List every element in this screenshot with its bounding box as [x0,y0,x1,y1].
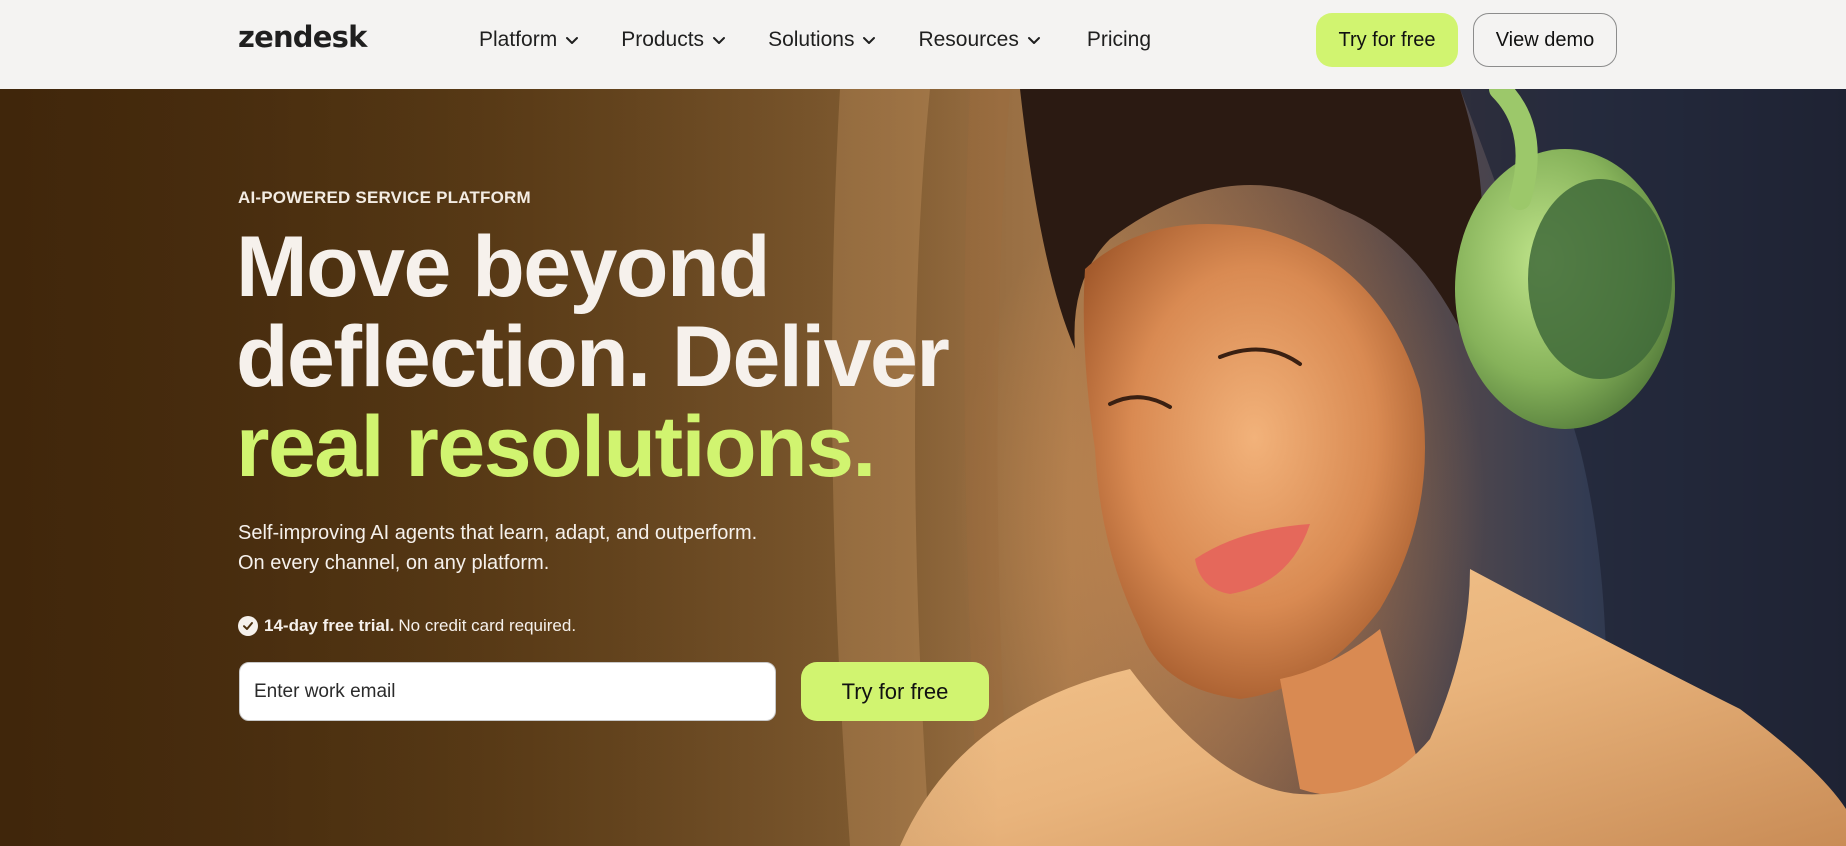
nav-item-pricing[interactable]: Pricing [1087,28,1151,52]
nav-item-products[interactable]: Products [621,28,727,52]
nav-item-solutions[interactable]: Solutions [768,28,877,52]
try-for-free-button[interactable]: Try for free [1316,13,1458,67]
site-header: zendesk Platform Products Solutions Reso… [0,0,1846,89]
chevron-down-icon [566,37,579,44]
hero-headline: Move beyond deflection. Deliver real res… [236,222,1016,492]
headline-line-2: deflection. Deliver [236,309,950,405]
chevron-down-icon [1027,37,1040,44]
nav-item-label: Resources [918,28,1019,51]
trial-note: 14-day free trial. No credit card requir… [238,616,576,636]
hero-subtext: Self-improving AI agents that learn, ada… [238,518,838,578]
nav-item-label: Products [621,28,705,51]
main-nav: Platform Products Solutions Resources Pr… [479,0,1192,80]
headline-accent: real resolutions. [236,399,876,495]
trial-bold-text: 14-day free trial. [264,616,395,635]
subtext-line-1: Self-improving AI agents that learn, ada… [238,522,758,544]
work-email-input[interactable] [239,662,776,721]
subtext-line-2: On every channel, on any platform. [238,552,550,574]
zendesk-logo[interactable]: zendesk [238,20,367,54]
nav-item-label: Pricing [1086,28,1152,51]
nav-item-platform[interactable]: Platform [479,28,580,52]
chevron-down-icon [713,37,726,44]
hero-try-for-free-button[interactable]: Try for free [801,662,989,721]
hero-eyebrow: AI-POWERED SERVICE PLATFORM [238,188,531,207]
nav-item-label: Platform [479,28,558,51]
nav-item-label: Solutions [768,28,855,51]
check-circle-icon [238,616,258,636]
nav-item-resources[interactable]: Resources [918,28,1041,52]
headline-line-1: Move beyond [236,219,771,315]
chevron-down-icon [863,37,876,44]
hero-section: AI-POWERED SERVICE PLATFORM Move beyond … [0,89,1846,846]
view-demo-button[interactable]: View demo [1473,13,1617,67]
trial-rest-text: No credit card required. [398,616,577,635]
